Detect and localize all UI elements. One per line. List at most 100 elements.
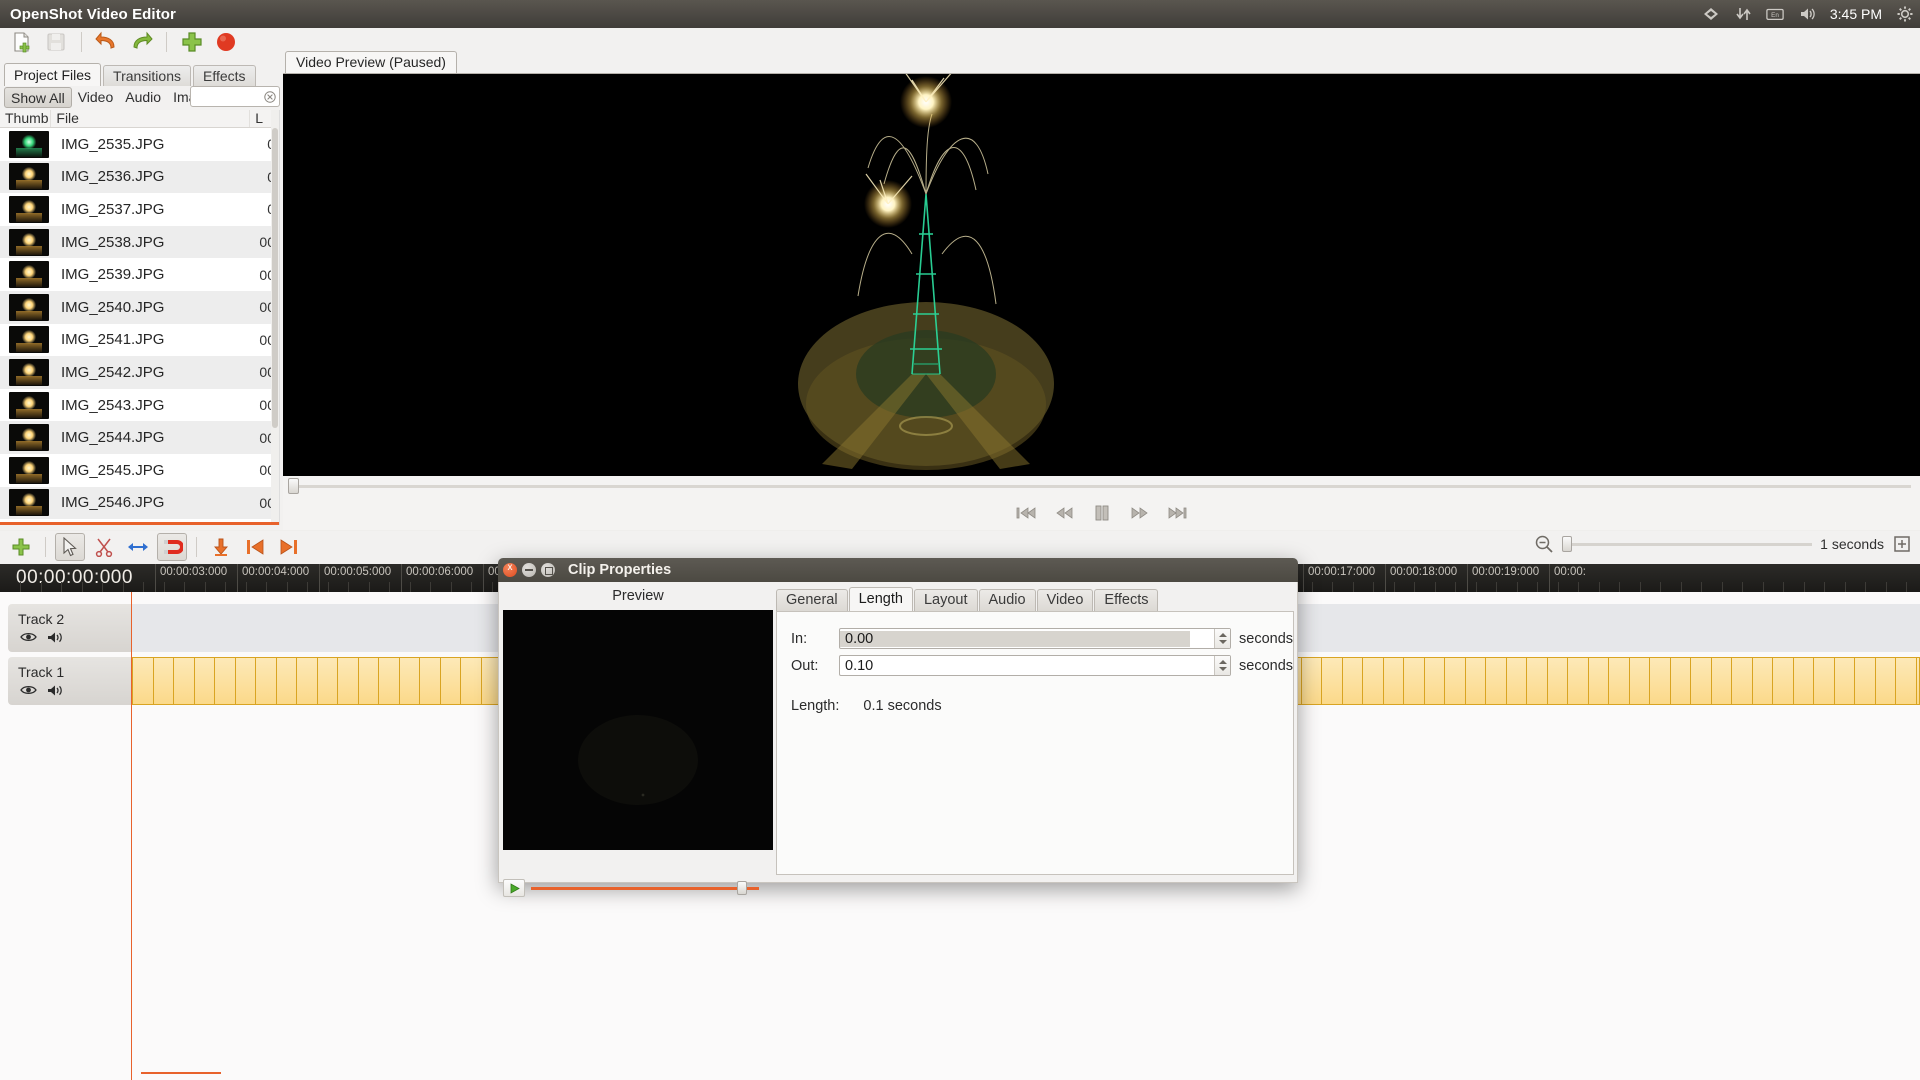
zoom-in-icon[interactable] <box>1892 534 1912 554</box>
preview-scrub-track[interactable] <box>291 485 1911 488</box>
filter-show-all[interactable]: Show All <box>4 86 72 108</box>
file-list-item[interactable]: IMG_2535.JPG0 <box>0 128 279 161</box>
zoom-slider-handle[interactable] <box>1562 536 1573 552</box>
volume-icon[interactable] <box>1798 5 1816 23</box>
zoom-out-icon[interactable] <box>1534 534 1554 554</box>
clock[interactable]: 3:45 PM <box>1830 6 1882 22</box>
dialog-tab-length[interactable]: Length <box>848 587 913 611</box>
filter-audio[interactable]: Audio <box>119 87 167 108</box>
add-track-button[interactable] <box>6 533 36 561</box>
video-preview-panel[interactable] <box>283 73 1920 525</box>
eye-icon[interactable] <box>20 631 37 643</box>
add-marker-button[interactable] <box>206 533 236 561</box>
previous-marker-button[interactable] <box>240 533 270 561</box>
file-list-scrollbar[interactable] <box>271 110 279 525</box>
clear-search-icon[interactable] <box>264 90 276 103</box>
dialog-title: Clip Properties <box>568 562 672 578</box>
jump-start-button[interactable] <box>1015 504 1037 522</box>
network-icon[interactable] <box>1702 5 1720 23</box>
keyboard-icon[interactable]: En <box>1766 5 1784 23</box>
in-spinner-arrows[interactable] <box>1214 629 1230 648</box>
file-list-item[interactable]: IMG_2542.JPG 00 <box>0 356 279 389</box>
razor-tool-button[interactable] <box>89 533 119 561</box>
play-icon[interactable] <box>503 879 525 897</box>
fast-forward-button[interactable] <box>1129 504 1151 522</box>
preview-transport-controls <box>283 496 1920 530</box>
preview-scrub-handle[interactable] <box>288 478 299 494</box>
track-header-1[interactable]: Track 1 <box>8 657 131 705</box>
ruler-tick: 00:00:04:000 <box>237 564 309 592</box>
file-search-box[interactable] <box>190 86 280 107</box>
import-files-button[interactable] <box>178 29 206 55</box>
timeline-zoom-slider[interactable] <box>1562 534 1813 554</box>
preview-slider-handle[interactable] <box>737 881 747 895</box>
close-icon[interactable] <box>503 562 517 577</box>
resize-tool-button[interactable] <box>123 533 153 561</box>
arrow-tool-button[interactable] <box>55 533 85 561</box>
dialog-tab-general[interactable]: General <box>776 589 848 611</box>
dialog-tab-audio[interactable]: Audio <box>978 589 1036 611</box>
ruler-tick-label: 00:00:03:000 <box>160 566 228 578</box>
minimize-icon[interactable] <box>522 563 536 577</box>
column-thumb[interactable]: Thumb <box>0 110 52 127</box>
column-file[interactable]: File <box>51 110 251 127</box>
maximize-icon[interactable] <box>541 563 555 577</box>
preview-scrub-row[interactable] <box>283 476 1920 496</box>
preview-video-surface[interactable] <box>283 74 1920 525</box>
dialog-preview-controls <box>503 877 773 899</box>
snap-magnet-button[interactable] <box>157 533 187 561</box>
rewind-button[interactable] <box>1053 504 1075 522</box>
clip-properties-dialog[interactable]: Clip Properties Preview <box>498 558 1298 897</box>
file-list-item[interactable]: IMG_2545.JPG 00 <box>0 454 279 487</box>
filter-video[interactable]: Video <box>72 87 120 108</box>
pause-button[interactable] <box>1091 504 1113 522</box>
project-files-list[interactable]: Thumb File L IMG_2535.JPG0IMG_2536.JPG0I… <box>0 110 280 525</box>
save-project-button[interactable] <box>42 29 70 55</box>
file-list-item[interactable]: IMG_2541.JPG 00 <box>0 324 279 357</box>
tab-transitions[interactable]: Transitions <box>103 65 191 86</box>
redo-button[interactable] <box>127 29 155 55</box>
export-video-button[interactable] <box>212 29 240 55</box>
file-name: IMG_2539.JPG <box>61 266 165 284</box>
dialog-titlebar[interactable]: Clip Properties <box>498 558 1298 582</box>
tab-project-files[interactable]: Project Files <box>4 63 102 86</box>
in-input[interactable] <box>840 630 1190 647</box>
file-list-item[interactable]: IMG_2537.JPG0 <box>0 193 279 226</box>
dialog-preview-slider[interactable] <box>531 881 759 895</box>
speaker-icon[interactable] <box>47 631 64 644</box>
file-list-item[interactable]: IMG_2546.JPG 00 <box>0 486 279 520</box>
ruler-minor-tick <box>1557 582 1559 592</box>
system-tray: En 3:45 PM <box>1702 0 1914 28</box>
out-spinner-arrows[interactable] <box>1214 656 1230 675</box>
file-list-item[interactable]: IMG_2544.JPG 00 <box>0 421 279 454</box>
tab-video-preview[interactable]: Video Preview (Paused) <box>285 51 457 73</box>
file-list-item[interactable]: IMG_2539.JPG 00 <box>0 258 279 291</box>
file-list-item[interactable]: IMG_2536.JPG0 <box>0 160 279 194</box>
speaker-icon[interactable] <box>47 684 64 697</box>
next-marker-button[interactable] <box>274 533 304 561</box>
file-list-item[interactable]: IMG_2540.JPG 00 <box>0 290 279 324</box>
ruler-minor-tick <box>61 582 62 592</box>
search-input[interactable] <box>191 88 261 105</box>
out-spinner[interactable] <box>839 655 1231 676</box>
track-header-2[interactable]: Track 2 <box>8 604 131 652</box>
dialog-tab-video[interactable]: Video <box>1036 589 1094 611</box>
file-list-item[interactable]: IMG_2543.JPG 00 <box>0 389 279 422</box>
dialog-preview-box[interactable] <box>503 610 773 850</box>
scrollbar-thumb[interactable] <box>272 128 278 428</box>
updates-icon[interactable] <box>1734 5 1752 23</box>
jump-end-button[interactable] <box>1167 504 1189 522</box>
new-project-button[interactable] <box>8 29 36 55</box>
ruler-minor-tick <box>1537 582 1538 592</box>
dialog-tab-layout[interactable]: Layout <box>913 589 978 611</box>
gear-icon[interactable] <box>1896 5 1914 23</box>
eye-icon[interactable] <box>20 684 37 696</box>
file-thumbnail <box>9 228 49 256</box>
tab-effects[interactable]: Effects <box>192 65 256 86</box>
in-spinner[interactable] <box>839 628 1231 649</box>
file-list-item[interactable]: IMG_2538.JPG 00 <box>0 225 279 259</box>
dialog-tab-effects[interactable]: Effects <box>1094 589 1159 611</box>
out-input[interactable] <box>840 657 1190 674</box>
timeline-playhead[interactable] <box>131 592 132 1080</box>
undo-button[interactable] <box>93 29 121 55</box>
